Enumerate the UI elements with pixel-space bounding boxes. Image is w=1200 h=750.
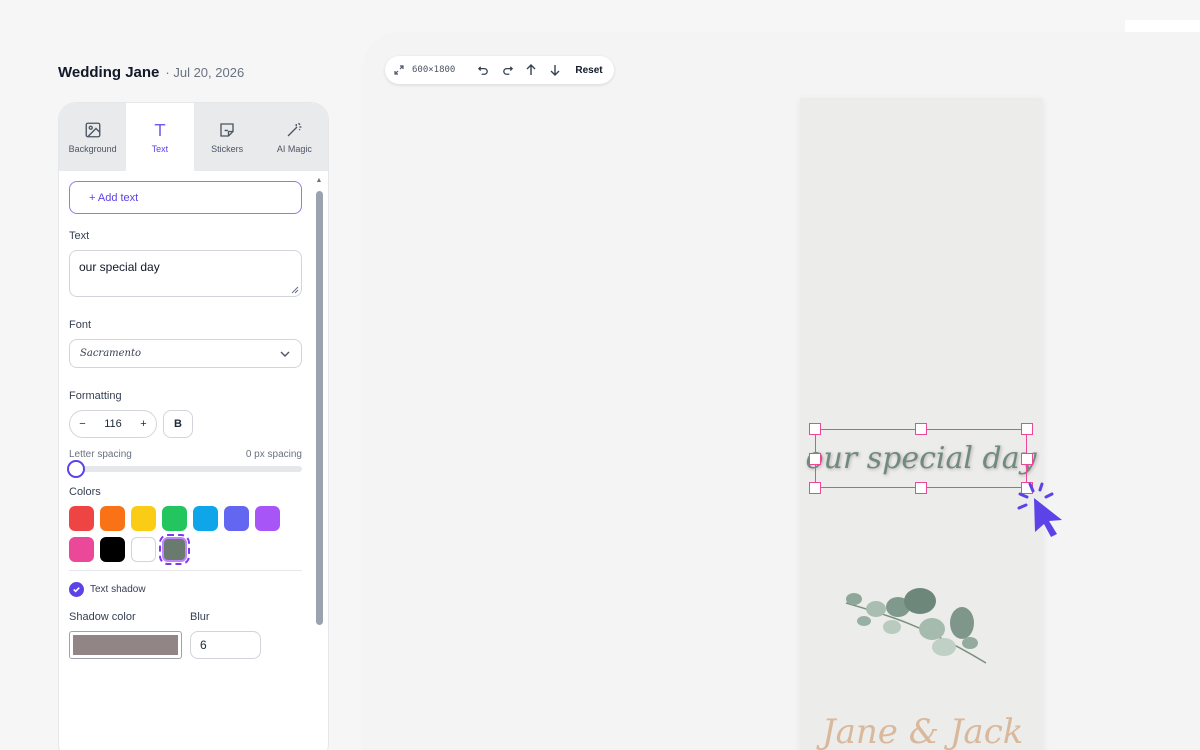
blur-input[interactable]: 6 xyxy=(190,631,261,659)
font-size-value[interactable]: 116 xyxy=(104,418,122,430)
editor-panel: Background Text Stickers AI Magic ▲ + Ad… xyxy=(58,102,329,750)
scroll-up-arrow-icon[interactable]: ▲ xyxy=(314,175,324,185)
tab-text[interactable]: Text xyxy=(126,103,194,171)
color-swatch[interactable] xyxy=(100,506,125,531)
color-swatch[interactable] xyxy=(69,537,94,562)
letter-spacing-value: 0 px spacing xyxy=(245,449,302,460)
color-swatch[interactable] xyxy=(224,506,249,531)
shadow-color-label: Shadow color xyxy=(69,611,136,623)
color-swatch[interactable] xyxy=(159,534,190,565)
project-header: Wedding Jane · Jul 20, 2026 xyxy=(58,64,244,81)
tab-ai-magic[interactable]: AI Magic xyxy=(261,103,328,171)
undo-icon[interactable] xyxy=(475,62,491,78)
canvas-workspace xyxy=(362,32,1200,750)
resize-handle-bottom[interactable] xyxy=(915,482,927,494)
text-label: Text xyxy=(69,230,90,242)
font-select-value: Sacramento xyxy=(80,348,142,359)
text-shadow-label: Text shadow xyxy=(90,584,146,595)
tab-stickers[interactable]: Stickers xyxy=(194,103,261,171)
text-input[interactable]: our special day xyxy=(69,250,302,297)
reset-button[interactable]: Reset xyxy=(575,65,602,76)
letter-spacing-slider[interactable] xyxy=(67,460,302,478)
eucalyptus-sprig-illustration xyxy=(845,588,987,664)
resize-handle-top-right[interactable] xyxy=(1021,423,1033,435)
window-corner xyxy=(1125,20,1200,32)
canvas-toolbar: 600×1800 Reset xyxy=(385,56,614,84)
expand-icon[interactable] xyxy=(394,65,404,75)
letter-spacing-row: Letter spacing 0 px spacing xyxy=(69,449,302,460)
colors-label: Colors xyxy=(69,486,101,498)
color-swatch[interactable] xyxy=(131,506,156,531)
resize-handle-left[interactable] xyxy=(809,453,821,465)
canvas-names-text[interactable]: Jane & Jack xyxy=(822,712,1023,750)
font-size-stepper[interactable]: − 116 + xyxy=(69,410,157,438)
resize-handle-right[interactable] xyxy=(1021,453,1033,465)
color-swatch[interactable] xyxy=(69,506,94,531)
resize-handle-top[interactable] xyxy=(915,423,927,435)
shadow-settings: Shadow color Blur 6 xyxy=(69,611,301,659)
formatting-label: Formatting xyxy=(69,390,122,402)
resize-handle-top-left[interactable] xyxy=(809,423,821,435)
arrow-up-icon[interactable] xyxy=(523,62,539,78)
font-select[interactable]: Sacramento xyxy=(69,339,302,368)
tool-tabs: Background Text Stickers AI Magic xyxy=(59,103,328,171)
tab-text-label: Text xyxy=(151,143,169,154)
panel-scrollbar[interactable]: ▲ xyxy=(314,175,324,750)
text-input-value: our special day xyxy=(79,260,160,274)
selection-box[interactable] xyxy=(815,429,1027,488)
formatting-row: − 116 + B xyxy=(69,410,301,438)
divider xyxy=(69,570,302,571)
blur-label: Blur xyxy=(190,611,210,623)
resize-handle-bottom-left[interactable] xyxy=(809,482,821,494)
font-label: Font xyxy=(69,319,92,331)
chevron-down-icon xyxy=(280,351,290,357)
bold-button[interactable]: B xyxy=(163,410,193,438)
color-swatches xyxy=(69,506,301,565)
increase-size-button[interactable]: + xyxy=(140,418,146,430)
checkmark-icon xyxy=(73,587,80,593)
color-swatch[interactable] xyxy=(162,506,187,531)
letter-spacing-label: Letter spacing xyxy=(69,449,132,460)
decrease-size-button[interactable]: − xyxy=(79,418,85,430)
shadow-color-picker[interactable] xyxy=(69,631,182,659)
redo-icon[interactable] xyxy=(499,62,515,78)
magic-wand-icon xyxy=(287,122,302,136)
pointer-click-icon xyxy=(1017,482,1062,537)
tab-background-label: Background xyxy=(68,143,117,154)
arrow-down-icon[interactable] xyxy=(547,62,563,78)
resize-grip-icon[interactable] xyxy=(291,286,299,294)
text-icon xyxy=(154,123,166,136)
sticker-icon xyxy=(220,122,234,137)
project-date: · Jul 20, 2026 xyxy=(165,65,245,80)
color-swatch[interactable] xyxy=(255,506,280,531)
tab-ai-magic-label: AI Magic xyxy=(276,143,312,154)
canvas-dimensions: 600×1800 xyxy=(412,65,456,75)
color-swatch[interactable] xyxy=(193,506,218,531)
image-icon xyxy=(85,122,101,137)
shadow-color-preview xyxy=(73,635,178,655)
tab-background[interactable]: Background xyxy=(59,103,126,171)
text-shadow-toggle[interactable]: Text shadow xyxy=(69,582,301,597)
color-swatch[interactable] xyxy=(100,537,125,562)
text-shadow-checkbox[interactable] xyxy=(69,582,84,597)
color-swatch[interactable] xyxy=(131,537,156,562)
add-text-button[interactable]: + Add text xyxy=(69,181,302,214)
letter-spacing-slider-knob[interactable] xyxy=(67,460,85,478)
tab-stickers-label: Stickers xyxy=(211,143,244,154)
project-title: Wedding Jane xyxy=(58,64,160,81)
text-panel: ▲ + Add text Text our special day Font S… xyxy=(59,171,328,750)
scroll-thumb[interactable] xyxy=(316,191,323,625)
